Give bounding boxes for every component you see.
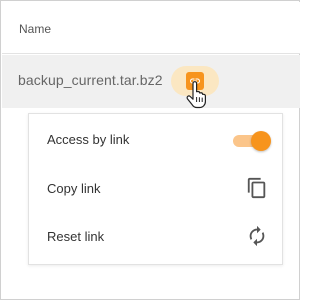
file-name[interactable]: backup_current.tar.bz2 xyxy=(18,72,163,88)
file-row[interactable]: backup_current.tar.bz2 xyxy=(2,55,300,108)
file-list-panel: Name backup_current.tar.bz2 Access by li… xyxy=(0,0,300,300)
link-menu: Access by link Copy link Reset link xyxy=(28,113,283,265)
access-by-link-toggle[interactable] xyxy=(233,130,271,152)
refresh-icon xyxy=(249,225,265,247)
access-by-link-label: Access by link xyxy=(47,132,130,147)
toggle-knob xyxy=(251,131,271,151)
menu-item-reset-link[interactable]: Reset link xyxy=(29,212,282,260)
hand-pointer-icon xyxy=(186,81,206,109)
reset-link-label: Reset link xyxy=(47,229,105,244)
column-header: Name xyxy=(2,2,300,54)
copy-icon xyxy=(247,177,266,199)
menu-item-copy-link[interactable]: Copy link xyxy=(29,164,282,212)
column-header-name[interactable]: Name xyxy=(19,22,51,36)
copy-link-label: Copy link xyxy=(47,181,101,196)
menu-item-access-by-link[interactable]: Access by link xyxy=(29,115,282,163)
